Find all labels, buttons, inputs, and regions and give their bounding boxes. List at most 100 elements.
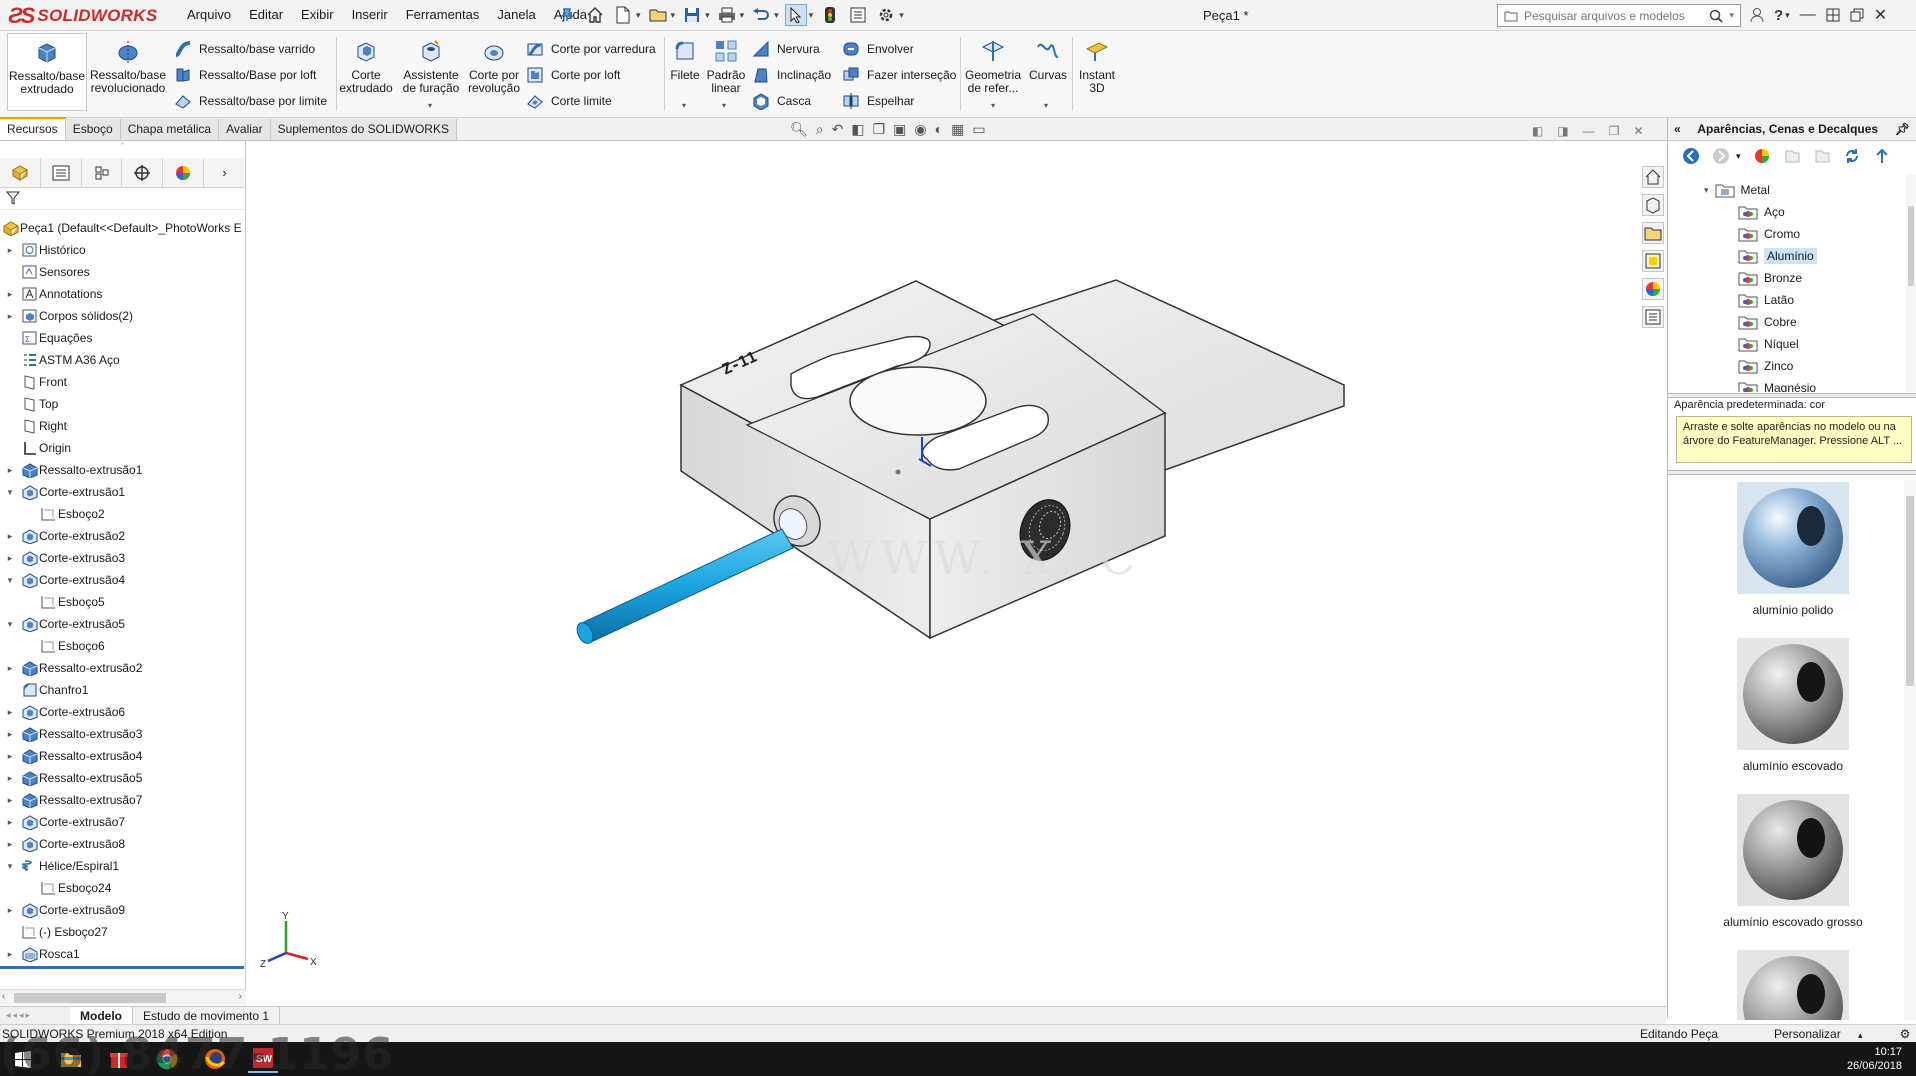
tree-row[interactable]: Esboço2 (0, 503, 245, 525)
collapse-arrow-icon[interactable]: ▾ (5, 861, 15, 872)
lofted-cut-button[interactable]: Corte por loft (526, 66, 620, 84)
feature-manager-tab-icon[interactable] (0, 157, 41, 188)
help-icon[interactable]: ? (1774, 7, 1783, 24)
metal-collapse-icon[interactable]: ▾ (1704, 185, 1709, 196)
material-item[interactable]: Latão (1738, 289, 1794, 311)
tree-row[interactable]: ▸ Corte-extrusão6 (0, 701, 245, 723)
revolved-boss-button[interactable]: Ressalto/base revolucionado (90, 37, 166, 95)
tab-motion-study[interactable]: Estudo de movimento 1 (133, 1006, 281, 1025)
status-customize[interactable]: Personalizar ▴ (1774, 1027, 1894, 1041)
swept-cut-button[interactable]: Corte por varredura (526, 40, 656, 58)
search-input[interactable]: Pesquisar arquivos e modelos (1524, 9, 1703, 23)
expand-arrow-icon[interactable]: ▸ (5, 465, 15, 476)
expand-arrow-icon[interactable]: ▸ (5, 949, 15, 960)
up-level-icon[interactable] (1873, 147, 1891, 165)
open-dropdown-icon[interactable]: ▾ (671, 10, 676, 21)
tile-windows-icon[interactable] (1826, 8, 1840, 22)
refresh-icon[interactable] (1843, 147, 1861, 165)
tree-row[interactable]: ▸ Corte-extrusão7 (0, 811, 245, 833)
appearances-tab-icon[interactable] (1642, 278, 1664, 300)
swept-boss-button[interactable]: Ressalto/base varrido (174, 40, 315, 58)
tab-recursos[interactable]: Recursos (0, 117, 66, 140)
tree-row[interactable]: ▾ Corte-extrusão1 (0, 481, 245, 503)
rollback-bar[interactable] (0, 966, 244, 969)
tree-row[interactable]: ▸ Ressalto-extrusão2 (0, 657, 245, 679)
tree-row[interactable]: ▸ Histórico (0, 239, 245, 261)
view-palette-tab-icon[interactable] (1642, 250, 1664, 272)
minimize-icon[interactable]: — (1800, 6, 1816, 24)
reference-geometry-dropdown-icon[interactable]: ▾ (991, 101, 995, 110)
tree-row[interactable]: ASTM A36 Aço (0, 349, 245, 371)
collapse-arrow-icon[interactable]: ▾ (5, 619, 15, 630)
appearances-tree-scrollbar[interactable] (1906, 174, 1916, 392)
mirror-button[interactable]: Espelhar (842, 92, 914, 110)
print-dropdown-icon[interactable]: ▾ (740, 10, 745, 21)
select-cursor-icon[interactable] (784, 4, 807, 26)
search-dropdown-icon[interactable]: ▾ (1729, 10, 1734, 21)
forward-icon[interactable] (1712, 147, 1730, 165)
expand-arrow-icon[interactable]: ▸ (5, 553, 15, 564)
options-dropdown-icon[interactable]: ▾ (899, 10, 904, 21)
menu-ferramentas[interactable]: Ferramentas (397, 7, 489, 22)
tree-row[interactable]: Esboço5 (0, 591, 245, 613)
expand-arrow-icon[interactable]: ▸ (5, 751, 15, 762)
home-icon[interactable] (584, 4, 606, 26)
tree-row[interactable]: ▸ Annotations (0, 283, 245, 305)
appearances-icon[interactable] (1753, 147, 1771, 165)
view-orientation-icon[interactable]: ❒ (873, 121, 886, 138)
pane-splitter[interactable] (1668, 393, 1916, 398)
shell-button[interactable]: Casca (752, 92, 811, 110)
nav-dropdown-icon[interactable]: ▾ (1736, 151, 1741, 162)
hide-show-items-icon[interactable]: ◉ (914, 121, 926, 138)
feature-tree-horizontal-scrollbar[interactable]: ‹ › (0, 989, 246, 1005)
file-explorer-tab-icon[interactable] (1642, 222, 1664, 244)
material-item[interactable]: Cromo (1738, 223, 1800, 245)
tree-row[interactable]: Esboço24 (0, 877, 245, 899)
material-item[interactable]: Bronze (1738, 267, 1802, 289)
tree-row[interactable]: Σ Equações (0, 327, 245, 349)
swatch-scrollbar[interactable] (1904, 480, 1916, 1020)
zoom-to-fit-icon[interactable]: 🔍︎ (790, 121, 808, 138)
tree-row[interactable]: ▸ Corpos sólidos(2) (0, 305, 245, 327)
scrollbar-thumb[interactable] (1906, 496, 1914, 686)
tree-filter[interactable] (0, 188, 245, 210)
tab-chapa-metalica[interactable]: Chapa metálica (120, 119, 220, 140)
configuration-manager-tab-icon[interactable] (82, 157, 123, 188)
pane-splitter[interactable] (1668, 470, 1916, 475)
viewport-left-pane-icon[interactable]: ◧ (1532, 124, 1543, 138)
fillet-dropdown-icon[interactable]: ▾ (682, 101, 686, 110)
design-library-tab-icon[interactable] (1642, 194, 1664, 216)
back-icon[interactable] (1682, 147, 1700, 165)
rebuild-icon[interactable] (819, 4, 841, 26)
collapse-arrow-icon[interactable]: ▾ (5, 575, 15, 586)
expand-arrow-icon[interactable]: ▸ (5, 773, 15, 784)
solidworks-logo[interactable]: ƧS SOLIDWORKS (8, 3, 157, 29)
model-cable[interactable] (574, 528, 794, 646)
tree-row[interactable]: ▸ Rosca1 (0, 943, 245, 965)
close-icon[interactable]: ✕ (1874, 5, 1887, 25)
tree-row[interactable]: Peça1 (Default<<Default>_PhotoWorks E (0, 217, 245, 239)
material-item[interactable]: Alumínio (1738, 245, 1817, 267)
swatch-polished-aluminum[interactable]: alumínio polido (1678, 482, 1908, 617)
curves-dropdown-icon[interactable]: ▾ (1044, 101, 1048, 110)
tree-row[interactable]: Esboço6 (0, 635, 245, 657)
add-file-icon[interactable] (1813, 147, 1831, 165)
fillet-button[interactable]: Filete (666, 37, 704, 82)
tree-row[interactable]: ▸ Ressalto-extrusão7 (0, 789, 245, 811)
tree-row[interactable]: Front (0, 371, 245, 393)
tab-suplementos[interactable]: Suplementos do SOLIDWORKS (270, 119, 457, 140)
pin-pane-icon[interactable]: 📌︎ (1895, 122, 1910, 136)
extruded-boss-button[interactable]: Ressalto/base extrudado (7, 33, 87, 111)
material-item[interactable]: Magnésio (1738, 377, 1816, 392)
search-icon[interactable] (1709, 9, 1724, 23)
instant3d-button[interactable]: Instant 3D (1074, 37, 1120, 95)
tab-nav-arrows-icon[interactable]: ◂◂◂▸ (0, 1010, 70, 1021)
expand-arrow-icon[interactable]: ▸ (5, 663, 15, 674)
boundary-cut-button[interactable]: Corte limite (526, 92, 612, 110)
expand-arrow-icon[interactable]: ▸ (5, 311, 15, 322)
pin-icon[interactable] (556, 4, 578, 26)
tree-node-metal[interactable]: ▾ Metal (1704, 179, 1770, 201)
reference-geometry-button[interactable]: Geometria de refer... (962, 37, 1024, 95)
tab-modelo[interactable]: Modelo (70, 1006, 133, 1025)
save-dropdown-icon[interactable]: ▾ (705, 10, 710, 21)
